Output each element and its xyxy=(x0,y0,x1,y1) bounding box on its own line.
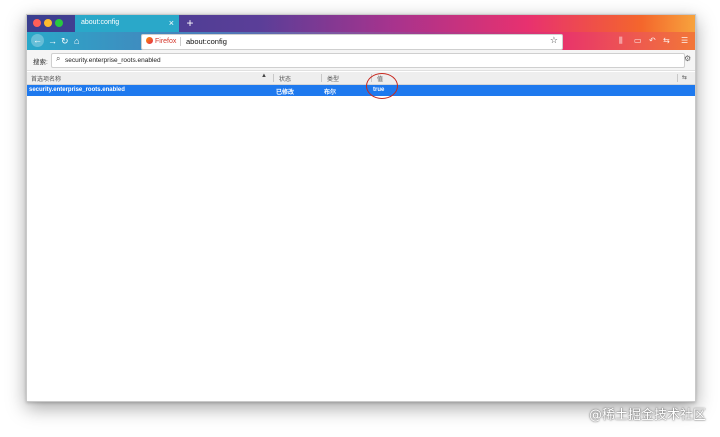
library-icon[interactable]: ⫼ xyxy=(619,35,623,46)
minimize-window-button[interactable] xyxy=(44,19,52,27)
pref-type: 布尔 xyxy=(324,90,337,96)
column-name[interactable]: 首选项名称 xyxy=(31,74,61,83)
column-separator[interactable] xyxy=(321,74,322,82)
sort-ascending-icon[interactable]: ▲ xyxy=(261,73,267,79)
tab-strip: about:config × + xyxy=(27,15,695,32)
settings-gear-icon[interactable]: ⚙ xyxy=(684,54,691,63)
pref-name: security.enterprise_roots.enabled xyxy=(29,87,125,93)
sidebar-icon[interactable]: ▭ xyxy=(634,35,642,46)
undo-icon[interactable]: ↶ xyxy=(649,35,656,46)
forward-button[interactable]: → xyxy=(48,35,57,47)
firefox-logo-icon xyxy=(146,37,153,44)
url-text[interactable]: about:config xyxy=(186,37,227,46)
search-box[interactable]: ⌕ xyxy=(51,53,685,68)
home-button[interactable]: ⌂ xyxy=(74,35,79,47)
search-input[interactable] xyxy=(65,55,625,65)
tab-about-config[interactable]: about:config × xyxy=(75,15,179,32)
identity-box[interactable]: Firefox xyxy=(146,37,176,45)
search-label: 搜索: xyxy=(33,59,48,66)
browser-window: about:config × + ← → ↻ ⌂ Firefox about:c… xyxy=(26,14,696,402)
sync-icon[interactable]: ⇆ xyxy=(663,35,670,46)
tab-title: about:config xyxy=(81,19,120,26)
table-row[interactable]: security.enterprise_roots.enabled 已修改 布尔… xyxy=(27,85,695,96)
back-button[interactable]: ← xyxy=(31,34,44,47)
url-bar[interactable]: Firefox about:config ☆ xyxy=(141,34,563,50)
column-separator[interactable] xyxy=(677,74,678,82)
column-picker-icon[interactable]: ⇆ xyxy=(682,74,687,81)
column-separator[interactable] xyxy=(273,74,274,82)
zoom-window-button[interactable] xyxy=(55,19,63,27)
new-tab-button[interactable]: + xyxy=(183,15,197,32)
brand-label: Firefox xyxy=(155,38,177,45)
search-icon: ⌕ xyxy=(56,54,61,63)
bookmark-star-icon[interactable]: ☆ xyxy=(550,35,558,46)
pref-status: 已修改 xyxy=(276,90,295,96)
highlight-circle xyxy=(366,73,398,99)
search-row: 搜索: ⌕ ⚙ xyxy=(27,50,695,71)
column-status[interactable]: 状态 xyxy=(279,74,291,83)
column-header: 首选项名称 ▲ 状态 类型 值 ⇆ xyxy=(27,72,695,85)
hamburger-menu-icon[interactable]: ☰ xyxy=(681,35,688,46)
column-type[interactable]: 类型 xyxy=(327,74,339,83)
tab-close-icon[interactable]: × xyxy=(169,17,174,29)
reload-button[interactable]: ↻ xyxy=(61,35,69,47)
close-window-button[interactable] xyxy=(33,19,41,27)
url-separator xyxy=(180,37,181,46)
navigation-bar: ← → ↻ ⌂ Firefox about:config ☆ ⫼ ▭ ↶ ⇆ ☰ xyxy=(27,32,695,50)
watermark: @稀土掘金技术社区 xyxy=(588,408,706,423)
